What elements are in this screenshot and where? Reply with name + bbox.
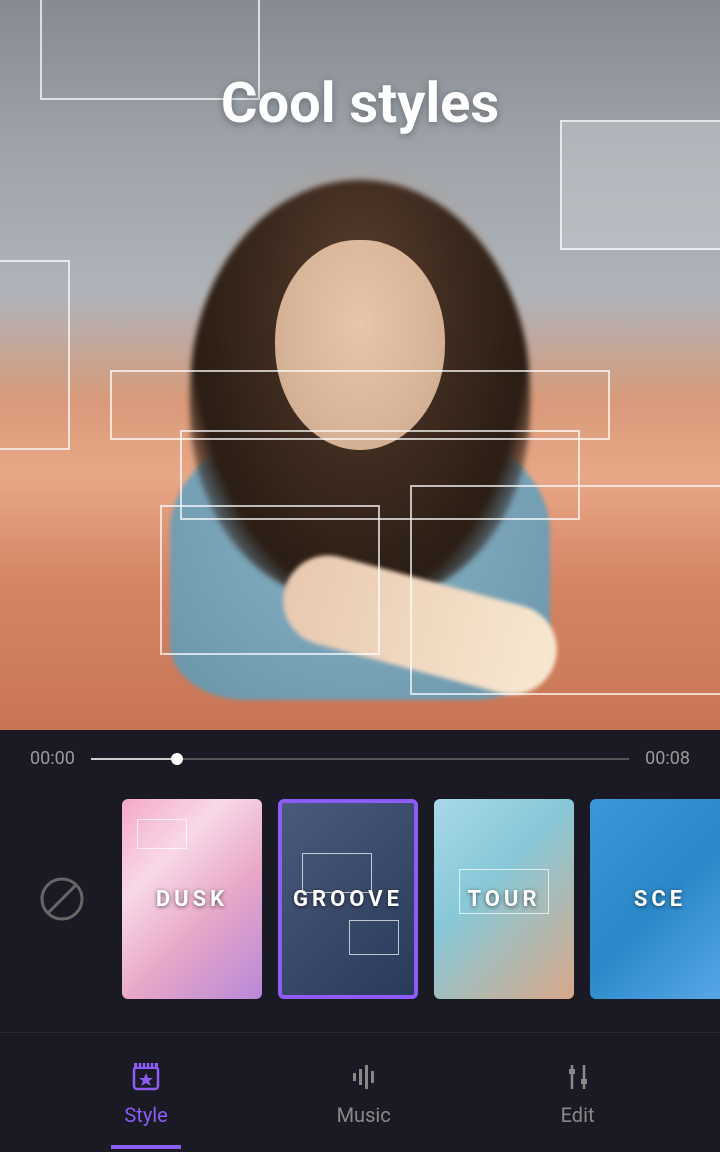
none-icon [38,875,86,923]
video-preview[interactable]: Cool styles [0,0,720,730]
timeline-playhead[interactable] [171,753,183,765]
edit-icon [560,1059,596,1095]
style-card-scene[interactable]: SCE [590,799,720,999]
current-time: 00:00 [30,748,75,769]
preview-title: Cool styles [0,70,720,136]
timeline-track[interactable] [91,758,629,760]
style-label: SCE [634,887,686,912]
tab-edit[interactable]: Edit [560,1059,596,1127]
tab-label: Edit [561,1103,595,1127]
style-label: GROOVE [293,887,403,912]
tab-label: Style [124,1103,167,1127]
timeline: 00:00 00:08 [0,730,720,779]
overlay-frame [160,505,380,655]
bottom-tabs: Style Music Edit [0,1032,720,1152]
no-style-button[interactable] [30,867,94,931]
overlay-frame [0,260,70,450]
style-card-groove[interactable]: GROOVE [278,799,418,999]
style-label: DUSK [156,887,228,912]
styles-list[interactable]: DUSK GROOVE TOUR SCE [0,779,720,1019]
tab-label: Music [337,1103,391,1127]
style-label: TOUR [467,887,540,912]
tab-music[interactable]: Music [337,1059,391,1127]
timeline-progress [91,758,177,760]
card-decoration [349,920,399,955]
overlay-frame [560,120,720,250]
card-decoration [137,819,187,849]
style-icon [128,1059,164,1095]
music-icon [346,1059,382,1095]
style-card-tour[interactable]: TOUR [434,799,574,999]
tab-style[interactable]: Style [124,1059,167,1127]
overlay-frame [410,485,720,695]
style-card-dusk[interactable]: DUSK [122,799,262,999]
total-time: 00:08 [645,748,690,769]
